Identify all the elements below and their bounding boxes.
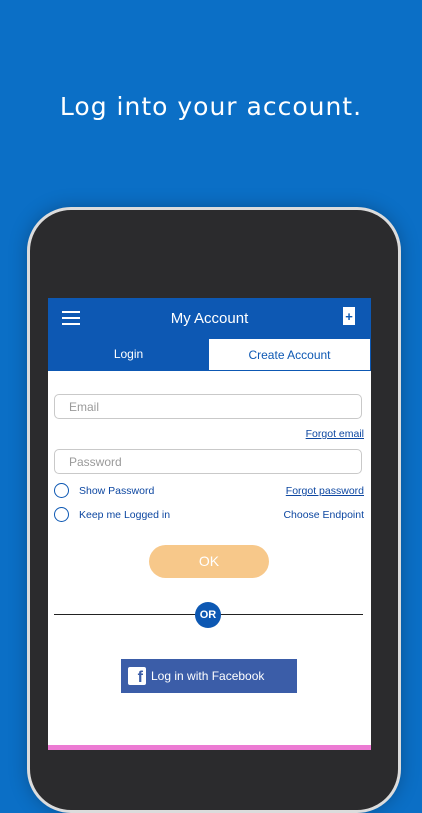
show-password-radio[interactable] xyxy=(54,483,69,498)
add-card-icon[interactable] xyxy=(343,307,355,325)
tab-create-account[interactable]: Create Account xyxy=(209,338,371,370)
ok-button[interactable]: OK xyxy=(149,545,269,578)
tab-login[interactable]: Login xyxy=(48,338,209,370)
keep-logged-in-label: Keep me Logged in xyxy=(79,509,171,521)
facebook-login-button[interactable]: f Log in with Facebook xyxy=(121,659,297,693)
headline: Log into your account. xyxy=(59,92,363,121)
password-field[interactable] xyxy=(54,449,362,474)
app-bar: My Account xyxy=(48,298,371,338)
app-bar-title: My Account xyxy=(170,310,249,327)
keep-logged-in-radio[interactable] xyxy=(54,507,69,522)
app-screen: My Account Login Create Account Forgot e… xyxy=(48,298,371,750)
forgot-password-link[interactable]: Forgot password xyxy=(286,485,364,497)
facebook-login-label: Log in with Facebook xyxy=(151,669,265,683)
bottom-edge-highlight xyxy=(48,745,371,750)
facebook-icon: f xyxy=(128,667,146,685)
keep-logged-in-option[interactable]: Keep me Logged in xyxy=(54,507,174,525)
account-tabs: Login Create Account xyxy=(48,338,371,371)
show-password-label: Show Password xyxy=(79,485,155,497)
forgot-email-link[interactable]: Forgot email xyxy=(306,428,364,440)
email-field[interactable] xyxy=(54,394,362,419)
choose-endpoint-link[interactable]: Choose Endpoint xyxy=(283,509,364,521)
show-password-option[interactable]: Show Password xyxy=(54,483,164,501)
or-badge: OR xyxy=(195,602,221,628)
